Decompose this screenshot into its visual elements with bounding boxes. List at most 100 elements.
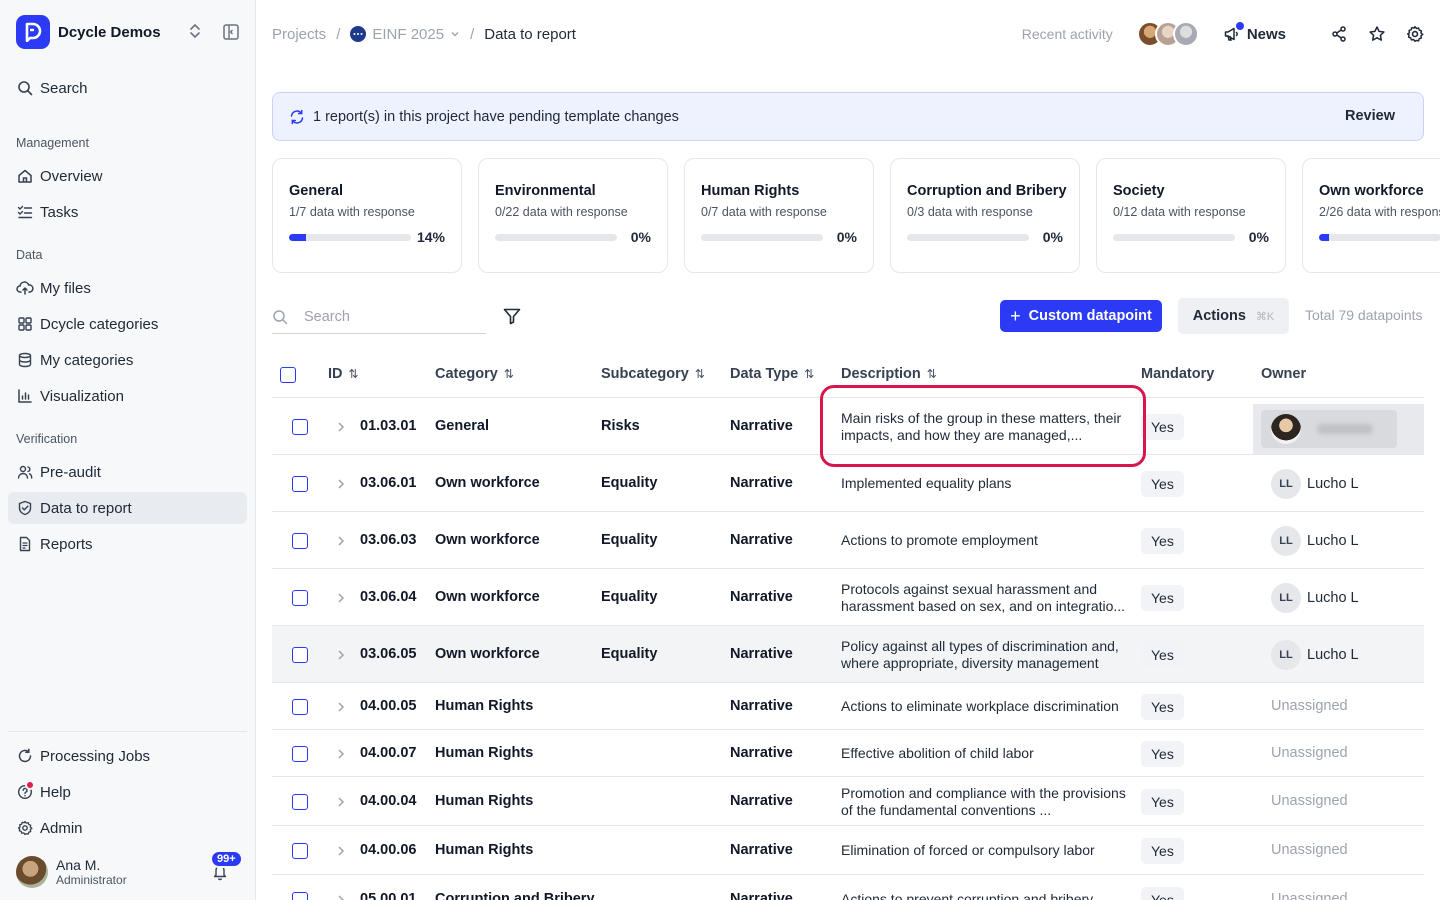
- chevron-right-icon[interactable]: [336, 747, 346, 764]
- category-card[interactable]: Corruption and Bribery 0/3 data with resp…: [890, 158, 1080, 273]
- sidebar-item-dcycle-categories[interactable]: Dcycle categories: [8, 308, 247, 340]
- workspace-name: Dcycle Demos: [58, 23, 161, 41]
- row-checkbox[interactable]: [292, 646, 308, 663]
- breadcrumb-project[interactable]: EINF 2025: [372, 26, 444, 43]
- sidebar-item-search[interactable]: Search: [8, 72, 247, 104]
- column-header-data-type[interactable]: Data Type ⇅: [730, 366, 814, 382]
- table-row[interactable]: 04.00.07 Human Rights Narrative Effective a…: [272, 730, 1424, 777]
- breadcrumb-projects[interactable]: Projects: [272, 26, 326, 43]
- sidebar-item-my-files[interactable]: My files: [8, 272, 247, 304]
- cell-data-type: Narrative: [730, 645, 793, 662]
- breadcrumb-separator: /: [336, 25, 341, 43]
- cell-id: 03.06.04: [360, 588, 417, 605]
- table-row[interactable]: 05.00.01 Corruption and Bribery Narrative A…: [272, 875, 1424, 900]
- sidebar-item-help[interactable]: Help: [8, 776, 247, 808]
- sidebar-item-pre-audit[interactable]: Pre-audit: [8, 456, 247, 488]
- owner-unassigned[interactable]: Unassigned: [1271, 891, 1348, 900]
- category-card[interactable]: Environmental 0/22 data with response 0%: [478, 158, 668, 273]
- cloud-upload-icon: [16, 279, 34, 297]
- table-row[interactable]: 04.00.04 Human Rights Narrative Promotion a…: [272, 777, 1424, 826]
- sidebar-item-tasks[interactable]: Tasks: [8, 196, 247, 228]
- card-percentage: 14%: [416, 229, 445, 245]
- sidebar-item-data-to-report[interactable]: Data to report: [8, 492, 247, 524]
- owner-cell[interactable]: LL Lucho L: [1271, 525, 1359, 556]
- sidebar-toggle-icon[interactable]: [222, 23, 240, 44]
- owner-cell[interactable]: LL Lucho L: [1271, 639, 1359, 670]
- custom-datapoint-button[interactable]: + Custom datapoint: [1000, 300, 1162, 332]
- chevron-right-icon[interactable]: [336, 648, 346, 665]
- row-checkbox[interactable]: [292, 891, 308, 900]
- table-row[interactable]: 04.00.05 Human Rights Narrative Actions to …: [272, 683, 1424, 730]
- category-card[interactable]: Society 0/12 data with response 0%: [1096, 158, 1286, 273]
- chevron-up-down-icon[interactable]: [188, 22, 202, 43]
- sort-icon: ⇅: [503, 367, 514, 381]
- row-checkbox[interactable]: [292, 418, 308, 435]
- row-checkbox[interactable]: [292, 698, 308, 715]
- chevron-right-icon[interactable]: [336, 700, 346, 717]
- gear-icon[interactable]: [1406, 25, 1424, 43]
- column-header-mandatory: Mandatory: [1141, 366, 1214, 382]
- chevron-right-icon[interactable]: [336, 534, 346, 551]
- share-icon[interactable]: [1330, 25, 1348, 43]
- row-checkbox[interactable]: [292, 532, 308, 549]
- sidebar-item-admin[interactable]: Admin: [8, 812, 247, 844]
- category-card[interactable]: Human Rights 0/7 data with response 0%: [684, 158, 874, 273]
- select-all-checkbox[interactable]: [280, 367, 296, 383]
- sidebar-item-processing-jobs[interactable]: Processing Jobs: [8, 740, 247, 772]
- actions-button[interactable]: Actions ⌘K: [1178, 298, 1289, 334]
- chevron-right-icon[interactable]: [336, 795, 346, 812]
- owner-cell[interactable]: LL Lucho L: [1271, 582, 1359, 613]
- row-checkbox[interactable]: [292, 745, 308, 762]
- user-profile[interactable]: Ana M. Administrator 99+: [16, 850, 248, 892]
- table-row[interactable]: 03.06.01 Own workforce Equality Narrative Im…: [272, 455, 1424, 512]
- recent-activity-link[interactable]: Recent activity: [1022, 26, 1113, 42]
- review-button[interactable]: Review: [1345, 108, 1395, 124]
- row-checkbox[interactable]: [292, 842, 308, 859]
- search-placeholder: Search: [304, 308, 350, 325]
- table-row[interactable]: 01.03.01 General Risks Narrative Main risks …: [272, 398, 1424, 455]
- mandatory-badge: Yes: [1141, 527, 1184, 554]
- column-header-subcategory[interactable]: Subcategory ⇅: [601, 366, 705, 382]
- chevron-right-icon[interactable]: [336, 420, 346, 437]
- owner-unassigned[interactable]: Unassigned: [1271, 698, 1348, 714]
- owner-unassigned[interactable]: Unassigned: [1271, 842, 1348, 858]
- sidebar-item-visualization[interactable]: Visualization: [8, 380, 247, 412]
- owner-cell[interactable]: LL Lucho L: [1271, 468, 1359, 499]
- star-icon[interactable]: [1368, 25, 1386, 43]
- row-checkbox[interactable]: [292, 793, 308, 810]
- sidebar-item-my-categories[interactable]: My categories: [8, 344, 247, 376]
- sidebar-item-overview[interactable]: Overview: [8, 160, 247, 192]
- row-checkbox[interactable]: [292, 475, 308, 492]
- owner-unassigned[interactable]: Unassigned: [1271, 745, 1348, 761]
- table-row[interactable]: 03.06.04 Own workforce Equality Narrative Pr…: [272, 569, 1424, 626]
- card-title: Environmental: [495, 183, 596, 199]
- chevron-right-icon[interactable]: [336, 893, 346, 900]
- search-input[interactable]: Search: [272, 300, 486, 334]
- chevron-down-icon[interactable]: [450, 26, 460, 43]
- owner-unassigned[interactable]: Unassigned: [1271, 793, 1348, 809]
- chevron-right-icon[interactable]: [336, 591, 346, 608]
- total-datapoints: Total 79 datapoints: [1305, 307, 1423, 323]
- progress-bar: [907, 233, 1029, 241]
- category-card[interactable]: Own workforce 2/26 data with response 8%: [1302, 158, 1440, 273]
- table-row[interactable]: 03.06.03 Own workforce Equality Narrative Ac…: [272, 512, 1424, 569]
- workspace-switcher[interactable]: Dcycle Demos: [16, 14, 240, 50]
- chevron-right-icon[interactable]: [336, 477, 346, 494]
- card-subtitle: 1/7 data with response: [289, 205, 415, 219]
- row-checkbox[interactable]: [292, 589, 308, 606]
- owner-selector[interactable]: [1253, 404, 1424, 454]
- news-button[interactable]: News: [1223, 22, 1286, 43]
- table-row[interactable]: 03.06.05 Own workforce Equality Narrative Po…: [272, 626, 1424, 683]
- category-card[interactable]: General 1/7 data with response 14%: [272, 158, 462, 273]
- sidebar-item-reports[interactable]: Reports: [8, 528, 247, 560]
- collaborator-avatars[interactable]: [1136, 21, 1199, 47]
- column-header-description[interactable]: Description ⇅: [841, 366, 937, 382]
- table-row[interactable]: 04.00.06 Human Rights Narrative Elimination…: [272, 826, 1424, 875]
- column-header-id[interactable]: ID ⇅: [328, 366, 359, 382]
- cell-category: Human Rights: [435, 792, 534, 809]
- card-progress: 0%: [907, 229, 1063, 245]
- column-header-category[interactable]: Category ⇅: [435, 366, 514, 382]
- card-subtitle: 0/7 data with response: [701, 205, 827, 219]
- chevron-right-icon[interactable]: [336, 844, 346, 861]
- filter-icon[interactable]: [502, 306, 522, 329]
